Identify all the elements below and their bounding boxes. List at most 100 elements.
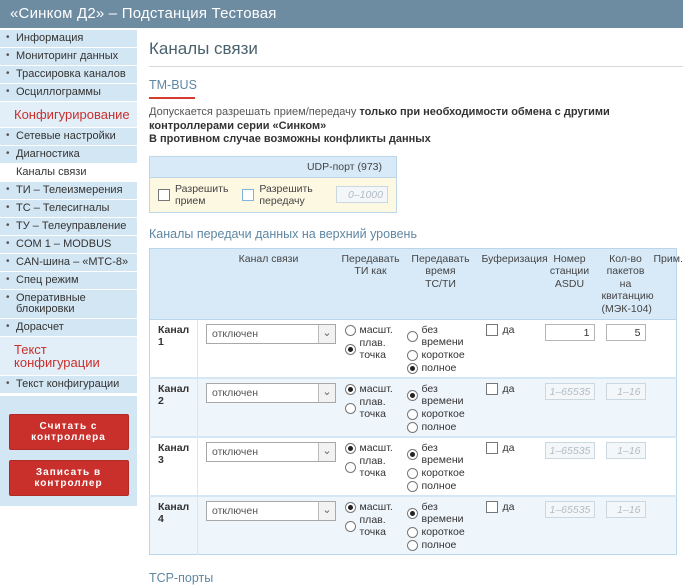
ti-format-radio[interactable] [345, 502, 356, 513]
ti-format-option[interactable]: масшт. [345, 383, 400, 395]
asdu-station-input[interactable] [545, 324, 595, 341]
sidebar-item[interactable]: •CAN-шина – «МТС-8» [0, 254, 137, 271]
buffering-option[interactable]: да [482, 442, 538, 454]
sidebar-menu: •Информация•Мониторинг данных•Трассировк… [0, 30, 137, 394]
sidebar-item[interactable]: •Текст конфигурации [0, 376, 137, 393]
time-format-radio[interactable] [407, 422, 418, 433]
sidebar-item-label: Текст конфигурации [14, 342, 100, 370]
bullet-icon: • [6, 256, 10, 267]
packets-per-ack-input[interactable] [606, 501, 646, 518]
sidebar-item-label: Дорасчет [16, 321, 64, 333]
ti-format-option[interactable]: масшт. [345, 501, 400, 513]
time-format-option[interactable]: полное [407, 362, 478, 374]
time-format-option[interactable]: без времени [407, 442, 478, 466]
channels-table: Канал связи Передавать ТИ как Передавать… [149, 248, 677, 556]
time-format-option[interactable]: полное [407, 539, 478, 551]
packets-per-ack-input[interactable] [606, 383, 646, 400]
sidebar-item-label: Трассировка каналов [16, 68, 126, 80]
allow-receive-option[interactable]: Разрешить прием [158, 183, 229, 207]
time-format-radio[interactable] [407, 540, 418, 551]
sidebar-item-label: Осциллограммы [16, 86, 101, 98]
time-format-option[interactable]: без времени [407, 324, 478, 348]
buffering-checkbox[interactable] [486, 383, 498, 395]
asdu-station-input[interactable] [545, 501, 595, 518]
sidebar-item[interactable]: •Трассировка каналов [0, 66, 137, 83]
time-format-option[interactable]: короткое [407, 408, 478, 420]
read-from-controller-button[interactable]: Считать с контроллера [9, 414, 129, 450]
write-to-controller-button[interactable]: Записать в контроллер [9, 460, 129, 496]
sidebar-item-label: Конфигурирование [14, 107, 130, 122]
time-format-radio[interactable] [407, 390, 418, 401]
sidebar-item-label: Диагностика [16, 148, 80, 160]
buffering-option[interactable]: да [482, 501, 538, 513]
bullet-icon: • [6, 86, 10, 97]
buffering-checkbox[interactable] [486, 501, 498, 513]
ti-format-radio[interactable] [345, 384, 356, 395]
asdu-station-input[interactable] [545, 383, 595, 400]
channel-select[interactable]: отключен [206, 383, 336, 403]
col-header-note: Прим. [652, 248, 677, 320]
time-format-radio[interactable] [407, 508, 418, 519]
sidebar-item[interactable]: •Мониторинг данных [0, 48, 137, 65]
time-format-radio[interactable] [407, 449, 418, 460]
bullet-icon: • [6, 274, 10, 285]
allow-transmit-option[interactable]: Разрешить передачу [242, 183, 324, 207]
sidebar-item[interactable]: •Сетевые настройки [0, 128, 137, 145]
time-format-radio[interactable] [407, 331, 418, 342]
time-format-radio[interactable] [407, 527, 418, 538]
time-format-option[interactable]: короткое [407, 349, 478, 361]
time-format-option[interactable]: полное [407, 480, 478, 492]
time-format-radio[interactable] [407, 363, 418, 374]
buffering-checkbox[interactable] [486, 324, 498, 336]
packets-per-ack-input[interactable] [606, 324, 646, 341]
sidebar-item[interactable]: •Информация [0, 30, 137, 47]
packets-per-ack-input[interactable] [606, 442, 646, 459]
time-format-radio[interactable] [407, 409, 418, 420]
sidebar-item-label: Спец режим [16, 274, 79, 286]
channel-select[interactable]: отключен [206, 501, 336, 521]
channel-select[interactable]: отключен [206, 442, 336, 462]
time-format-option[interactable]: без времени [407, 501, 478, 525]
sidebar-item[interactable]: •ТИ – Телеизмерения [0, 182, 137, 199]
ti-format-option[interactable]: масшт. [345, 324, 400, 336]
sidebar-item[interactable]: • Спец режим [0, 272, 137, 289]
ti-format-radio[interactable] [345, 462, 356, 473]
note-normal-text: Допускается разрешать прием/передачу [149, 106, 356, 118]
sidebar-item[interactable]: •ТУ – Телеуправление [0, 218, 137, 235]
time-format-label: полное [422, 480, 457, 492]
time-format-option[interactable]: без времени [407, 383, 478, 407]
sidebar-item[interactable]: •Диагностика [0, 146, 137, 163]
ti-format-option[interactable]: масшт. [345, 442, 400, 454]
buffering-option[interactable]: да [482, 324, 538, 336]
ti-format-radio[interactable] [345, 344, 356, 355]
buffering-checkbox[interactable] [486, 442, 498, 454]
ti-format-radio[interactable] [345, 325, 356, 336]
sidebar-item[interactable]: •ТС – Телесигналы [0, 200, 137, 217]
ti-format-radio[interactable] [345, 403, 356, 414]
time-format-radio[interactable] [407, 350, 418, 361]
ti-format-radio[interactable] [345, 443, 356, 454]
asdu-station-input[interactable] [545, 442, 595, 459]
ti-format-radio[interactable] [345, 521, 356, 532]
udp-port-input[interactable] [336, 186, 388, 203]
sidebar-item[interactable]: Каналы связи [0, 164, 137, 181]
time-format-label: полное [422, 421, 457, 433]
allow-receive-checkbox[interactable] [158, 189, 170, 201]
allow-transmit-checkbox[interactable] [242, 189, 254, 201]
ti-format-option[interactable]: плав. точка [345, 455, 400, 479]
sidebar-item[interactable]: •COM 1 – MODBUS [0, 236, 137, 253]
sidebar-item[interactable]: •Оперативные блокировки [0, 290, 137, 318]
ti-format-option[interactable]: плав. точка [345, 337, 400, 361]
buffering-option[interactable]: да [482, 383, 538, 395]
ti-format-option[interactable]: плав. точка [345, 514, 400, 538]
ti-format-option[interactable]: плав. точка [345, 396, 400, 420]
sidebar-item[interactable]: •Дорасчет [0, 319, 137, 336]
channel-select[interactable]: отключен [206, 324, 336, 344]
sidebar-item[interactable]: • Осциллограммы [0, 84, 137, 101]
time-format-radio[interactable] [407, 468, 418, 479]
time-format-radio[interactable] [407, 481, 418, 492]
time-format-option[interactable]: короткое [407, 467, 478, 479]
time-format-option[interactable]: короткое [407, 526, 478, 538]
time-format-option[interactable]: полное [407, 421, 478, 433]
channel-row-label: Канал 2 [158, 383, 189, 407]
